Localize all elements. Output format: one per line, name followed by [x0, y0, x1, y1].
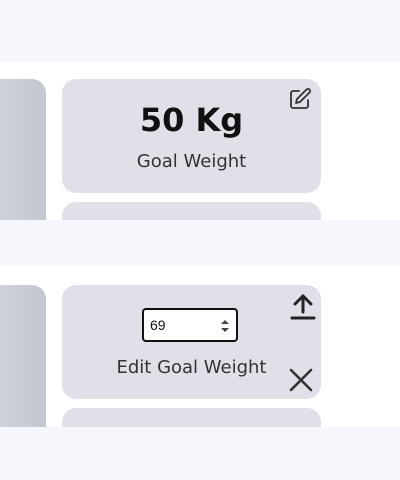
goal-weight-label: Goal Weight — [136, 151, 247, 172]
next-card — [62, 202, 321, 220]
goal-view-section: 50 Kg Goal Weight — [0, 62, 400, 220]
edit-icon[interactable] — [288, 87, 312, 111]
goal-weight-value: 50 Kg — [139, 101, 244, 139]
upload-icon[interactable] — [290, 293, 316, 321]
edit-goal-weight-card: Edit Goal Weight — [62, 285, 321, 399]
next-card — [62, 408, 321, 427]
goal-weight-input-box[interactable] — [142, 308, 238, 342]
goal-weight-card: 50 Kg Goal Weight — [62, 79, 321, 193]
stepper-icon[interactable] — [220, 318, 230, 334]
goal-edit-section: Edit Goal Weight — [0, 266, 400, 427]
left-stat-card — [0, 79, 46, 220]
goal-weight-input[interactable] — [150, 314, 212, 336]
close-icon[interactable] — [288, 367, 314, 393]
edit-goal-weight-label: Edit Goal Weight — [116, 357, 267, 378]
left-stat-card — [0, 285, 46, 427]
